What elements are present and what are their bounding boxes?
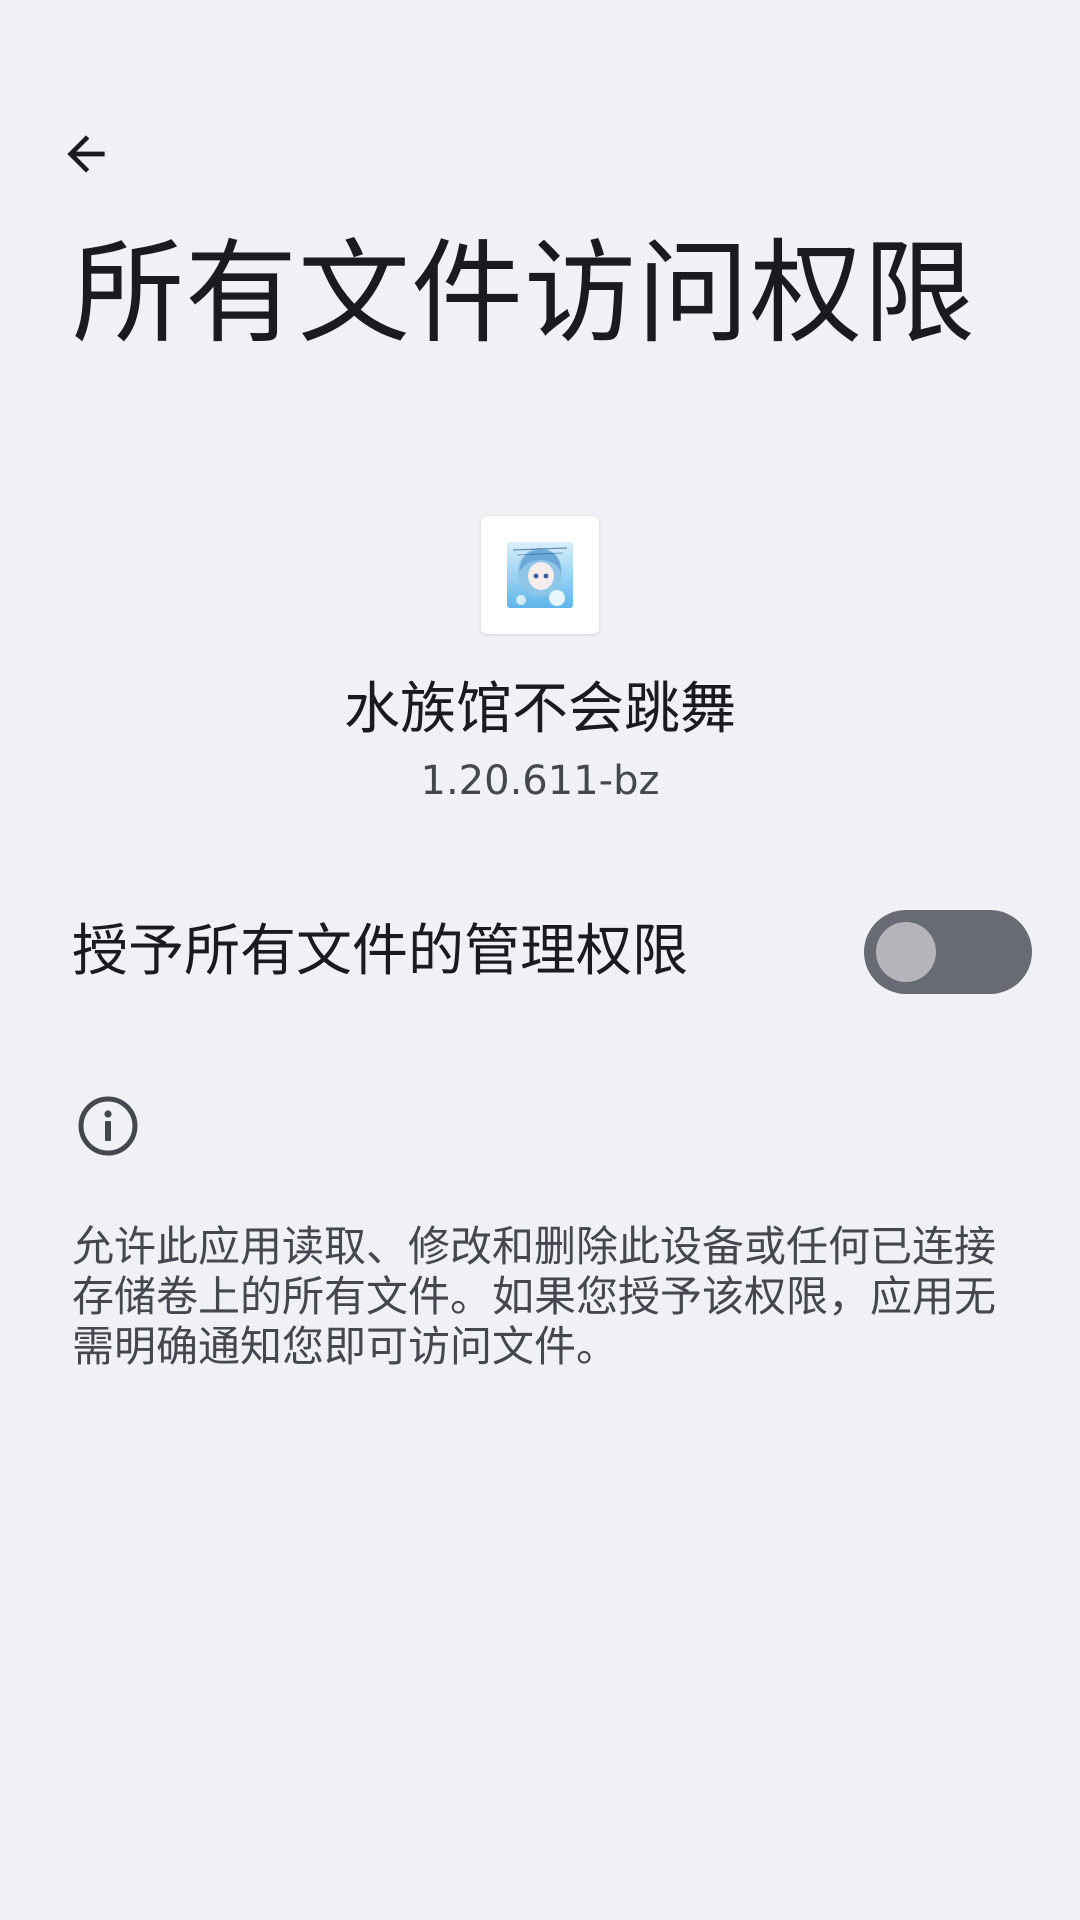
app-icon-artwork	[507, 542, 573, 608]
app-header: 水族馆不会跳舞 1.20.611-bz	[0, 516, 1080, 806]
permission-description: 允许此应用读取、修改和删除此设备或任何已连接存储卷上的所有文件。如果您授予该权限…	[72, 1222, 997, 1371]
back-button[interactable]	[44, 112, 128, 196]
switch-thumb	[876, 922, 936, 982]
arrow-back-icon	[67, 135, 105, 173]
manage-all-files-switch[interactable]	[864, 910, 1032, 994]
page-title: 所有文件访问权限	[72, 229, 976, 359]
app-icon	[481, 516, 599, 634]
toggle-label: 授予所有文件的管理权限	[72, 919, 688, 984]
app-name: 水族馆不会跳舞	[344, 677, 736, 742]
manage-all-files-toggle-row[interactable]: 授予所有文件的管理权限	[0, 890, 1080, 1014]
app-version: 1.20.611-bz	[420, 758, 660, 804]
info-icon	[76, 1094, 140, 1158]
all-files-access-screen: 所有文件访问权限 水族馆不会跳舞 1.20.611-bz 授予所有文件的管理权限…	[0, 0, 1080, 1920]
